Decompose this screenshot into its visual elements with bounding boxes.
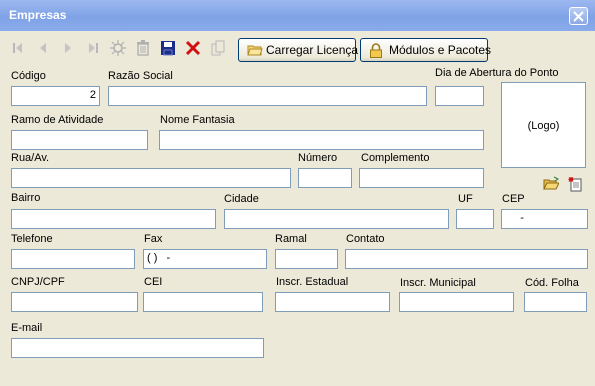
close-button[interactable]	[569, 7, 588, 25]
email-label: E-mail	[11, 322, 43, 334]
ramo-atividade-field[interactable]	[11, 130, 148, 150]
last-record-icon	[89, 43, 98, 53]
ramal-field[interactable]	[275, 249, 338, 269]
previous-record-button[interactable]	[32, 37, 56, 61]
cod-folha-label: Cód. Folha	[525, 277, 579, 289]
complemento-label: Complemento	[361, 152, 430, 164]
lock-icon	[370, 43, 382, 58]
cnpj-cpf-field[interactable]	[11, 292, 138, 312]
codigo-label: Código	[11, 70, 46, 82]
cidade-field[interactable]	[224, 209, 449, 229]
first-record-button[interactable]	[7, 37, 31, 61]
uf-field[interactable]	[456, 209, 494, 229]
copy-button[interactable]	[207, 37, 231, 61]
ramal-label: Ramal	[275, 233, 307, 245]
numero-field[interactable]	[298, 168, 352, 188]
cidade-label: Cidade	[224, 193, 259, 205]
ramo-atividade-label: Ramo de Atividade	[11, 114, 104, 126]
save-button[interactable]	[157, 37, 181, 61]
numero-label: Número	[298, 152, 338, 164]
next-record-icon	[65, 43, 71, 53]
complemento-field[interactable]	[359, 168, 484, 188]
cei-label: CEI	[144, 276, 163, 288]
new-record-button[interactable]	[107, 37, 131, 61]
nome-fantasia-label: Nome Fantasia	[160, 114, 235, 126]
new-record-icon	[110, 40, 126, 56]
delete-icon	[137, 40, 149, 56]
uf-label: UF	[458, 193, 473, 205]
inscr-estadual-label: Inscr. Estadual	[276, 276, 349, 288]
codigo-field[interactable]: 2	[11, 86, 100, 106]
dia-abertura-label: Dia de Abertura do Ponto	[435, 67, 559, 79]
save-icon	[161, 41, 175, 56]
delete-button[interactable]	[132, 37, 156, 61]
open-logo-button[interactable]	[543, 176, 560, 192]
last-record-button[interactable]	[82, 37, 106, 61]
rua-field[interactable]	[11, 168, 291, 188]
bairro-field[interactable]	[11, 209, 216, 229]
cod-folha-field[interactable]	[524, 292, 587, 312]
folder-icon	[247, 45, 263, 56]
carregar-licenca-button[interactable]: Carregar Licença	[238, 38, 359, 62]
rua-label: Rua/Av.	[11, 152, 50, 164]
previous-record-icon	[40, 43, 46, 53]
cnpj-cpf-label: CNPJ/CPF	[11, 276, 65, 288]
telefone-label: Telefone	[11, 233, 53, 245]
cei-field[interactable]	[143, 292, 263, 312]
carregar-licenca-label: Carregar Licença	[266, 43, 359, 57]
razao-social-label: Razão Social	[108, 70, 173, 82]
contato-label: Contato	[346, 233, 385, 245]
cep-field[interactable]: -	[501, 209, 588, 229]
logo-box[interactable]: (Logo)	[501, 82, 586, 168]
dia-abertura-field[interactable]	[435, 86, 484, 106]
cancel-button[interactable]	[182, 37, 206, 61]
new-logo-button[interactable]	[567, 176, 583, 192]
razao-social-field[interactable]	[108, 86, 427, 106]
title-bar: Empresas	[0, 0, 595, 31]
close-icon	[573, 11, 584, 22]
logo-placeholder: (Logo)	[527, 120, 560, 132]
cancel-icon	[185, 40, 201, 56]
open-image-icon	[543, 176, 560, 190]
cep-label: CEP	[502, 193, 525, 205]
email-field[interactable]	[11, 338, 264, 358]
modulos-pacotes-label: Módulos e Pacotes	[389, 43, 492, 57]
nome-fantasia-field[interactable]	[159, 130, 484, 150]
inscr-municipal-field[interactable]	[399, 292, 514, 312]
modulos-pacotes-button[interactable]: Módulos e Pacotes	[360, 38, 492, 62]
window-title: Empresas	[9, 8, 67, 22]
empresas-window: Empresas Carregar Licença Módulos e Paco…	[0, 0, 595, 386]
fax-field[interactable]: ( ) -	[143, 249, 267, 269]
bairro-label: Bairro	[11, 192, 41, 204]
new-image-icon	[568, 177, 582, 192]
inscr-municipal-label: Inscr. Municipal	[400, 277, 476, 289]
next-record-button[interactable]	[57, 37, 81, 61]
first-record-icon	[13, 43, 22, 53]
fax-label: Fax	[144, 233, 163, 245]
contato-field[interactable]	[345, 249, 588, 269]
copy-icon	[211, 40, 225, 56]
telefone-field[interactable]	[11, 249, 135, 269]
inscr-estadual-field[interactable]	[275, 292, 390, 312]
